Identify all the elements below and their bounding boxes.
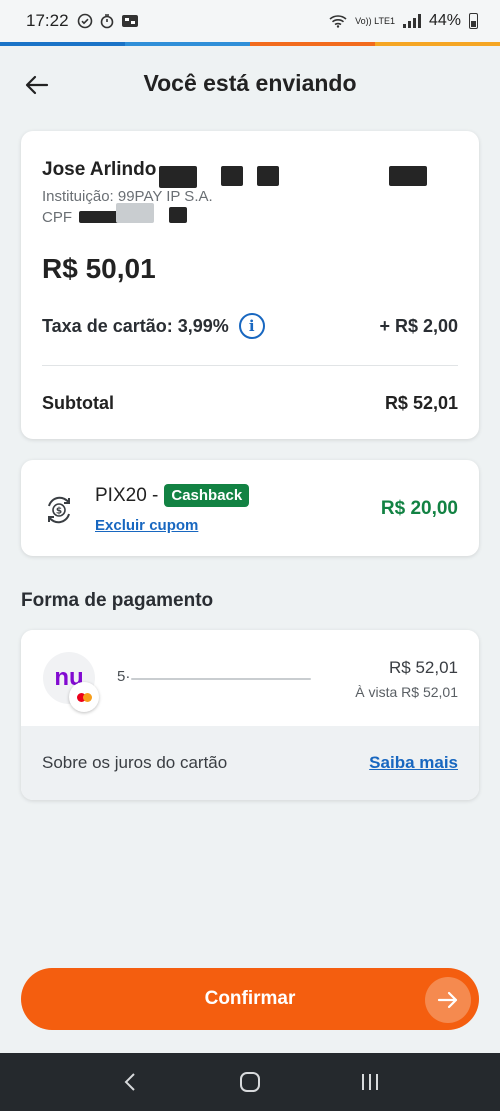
- redacted-text: [131, 678, 311, 680]
- redacted-text: [257, 166, 279, 186]
- chevron-left-icon: [124, 1073, 135, 1091]
- learn-more-link[interactable]: Saiba mais: [369, 753, 458, 773]
- coupon-value: R$ 20,00: [380, 498, 458, 519]
- transfer-summary-card: Jose Arlindo Instituição: 99PAY IP S.A. …: [21, 131, 479, 439]
- timer-icon: [100, 14, 113, 29]
- cashback-badge: Cashback: [164, 484, 250, 507]
- interest-info-row: Sobre os juros do cartão Saiba mais: [21, 726, 479, 800]
- payment-installment-info: À vista R$ 52,01: [355, 684, 458, 700]
- header: Você está enviando: [0, 60, 500, 110]
- notification-app-icon: [121, 15, 138, 27]
- cashback-refresh-icon: $: [48, 496, 70, 524]
- divider: [42, 365, 458, 366]
- payment-method-card: nu 5· R$ 52,01 À vista R$ 52,01 Sobre os…: [21, 630, 479, 800]
- status-bar: 17:22 Vo)) LTE1 44%: [0, 0, 500, 42]
- battery-percent: 44%: [428, 12, 461, 29]
- check-circle-icon: [77, 13, 92, 29]
- recipient-cpf: CPF: [42, 209, 72, 226]
- info-icon[interactable]: i: [238, 313, 265, 339]
- arrow-right-icon: [425, 977, 471, 1023]
- system-navigation-bar: [0, 1053, 500, 1111]
- redacted-text: [79, 211, 119, 223]
- recipient-name: Jose Arlindo: [42, 159, 157, 180]
- card-fee-value: + R$ 2,00: [379, 315, 458, 336]
- card-fee-row: Taxa de cartão: 3,99% i + R$ 2,00: [42, 311, 458, 341]
- network-label: Vo)) LTE1: [355, 15, 395, 26]
- coupon-code: PIX20 -: [95, 484, 159, 506]
- confirm-label: Confirmar: [204, 988, 296, 1009]
- interest-info-text: Sobre os juros do cartão: [42, 753, 228, 772]
- redacted-text: [169, 207, 187, 223]
- transfer-amount: R$ 50,01: [42, 253, 156, 284]
- page-title: Você está enviando: [143, 70, 357, 96]
- coupon-card: $ PIX20 - Cashback Excluir cupom R$ 20,0…: [21, 460, 479, 556]
- nav-back-button[interactable]: [110, 1062, 150, 1102]
- redacted-text: [159, 166, 197, 188]
- confirm-button[interactable]: Confirmar: [21, 968, 479, 1030]
- signal-icon: [402, 14, 421, 28]
- wifi-icon: [329, 15, 347, 28]
- status-time: 17:22: [26, 11, 69, 30]
- subtotal-row: Subtotal R$ 52,01: [42, 393, 458, 414]
- brand-color-strip: [0, 42, 500, 46]
- subtotal-label: Subtotal: [42, 393, 114, 413]
- redacted-text: [389, 166, 427, 186]
- home-icon: [240, 1072, 260, 1092]
- remove-coupon-link[interactable]: Excluir cupom: [95, 517, 198, 534]
- redacted-text: [116, 203, 154, 223]
- payment-method-title: Forma de pagamento: [21, 590, 214, 611]
- selected-card-option[interactable]: nu 5· R$ 52,01 À vista R$ 52,01: [21, 630, 479, 726]
- subtotal-value: R$ 52,01: [384, 393, 458, 413]
- recents-icon: [362, 1074, 378, 1090]
- mastercard-icon: [69, 682, 99, 712]
- payment-value: R$ 52,01: [389, 658, 458, 677]
- battery-icon: [469, 13, 478, 29]
- nav-recents-button[interactable]: [350, 1062, 390, 1102]
- svg-text:$: $: [56, 507, 62, 517]
- coupon-code-row: PIX20 - Cashback: [95, 484, 250, 507]
- nav-home-button[interactable]: [230, 1062, 270, 1102]
- card-fee-label: Taxa de cartão: 3,99%: [42, 315, 229, 336]
- card-description: 5·: [117, 668, 131, 685]
- redacted-text: [221, 166, 243, 186]
